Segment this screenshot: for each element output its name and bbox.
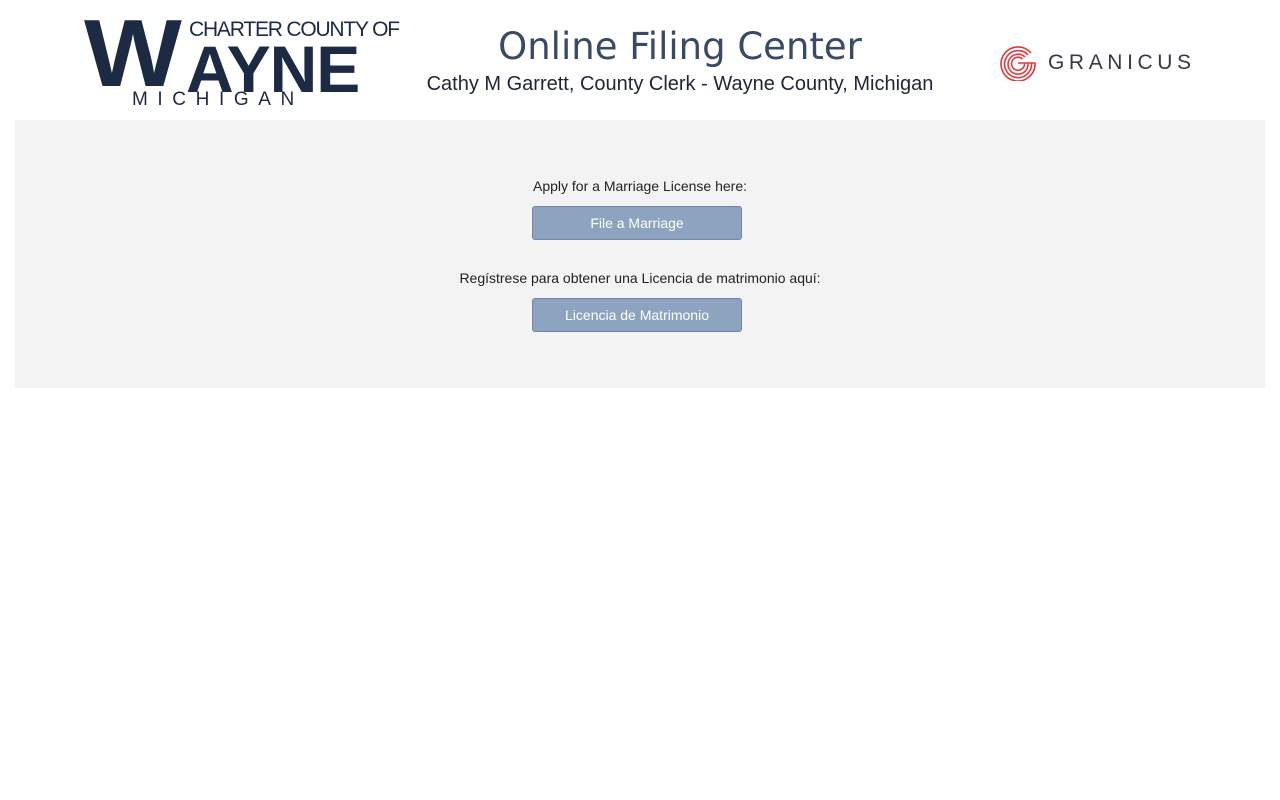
page-subtitle: Cathy M Garrett, County Clerk - Wayne Co… bbox=[426, 73, 934, 95]
title-block: Online Filing Center Cathy M Garrett, Co… bbox=[380, 22, 980, 99]
logo-state-text: MICHIGAN bbox=[132, 89, 304, 110]
english-prompt: Apply for a Marriage License here: bbox=[533, 178, 747, 194]
logo-name-initial: W bbox=[84, 0, 182, 107]
wayne-county-logo[interactable]: CHARTER COUNTY OF W AYNE MICHIGAN bbox=[84, 6, 400, 112]
header: CHARTER COUNTY OF W AYNE MICHIGAN Online… bbox=[0, 0, 1280, 120]
file-marriage-button[interactable]: File a Marriage bbox=[532, 206, 742, 240]
filing-options-panel: Apply for a Marriage License here: File … bbox=[15, 120, 1265, 388]
page-title: Online Filing Center bbox=[498, 25, 862, 68]
licencia-matrimonio-button[interactable]: Licencia de Matrimonio bbox=[532, 298, 742, 332]
granicus-g-icon bbox=[998, 41, 1038, 86]
spanish-prompt: Regístrese para obtener una Licencia de … bbox=[459, 270, 821, 286]
granicus-logo[interactable]: GRANICUS bbox=[998, 42, 1196, 84]
granicus-wordmark: GRANICUS bbox=[1048, 51, 1196, 74]
